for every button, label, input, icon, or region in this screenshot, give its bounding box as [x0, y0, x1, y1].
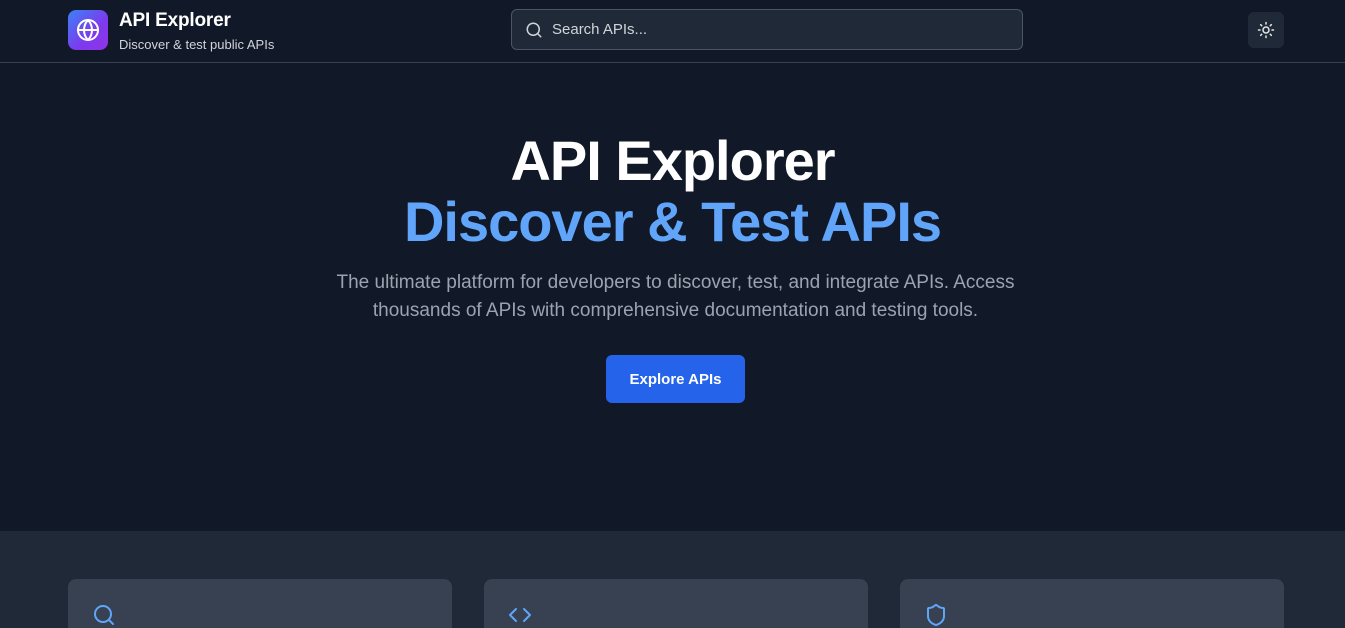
- top-header: API Explorer Discover & test public APIs: [0, 0, 1345, 63]
- sun-icon: [1257, 21, 1275, 39]
- hero-description: The ultimate platform for developers to …: [336, 272, 1015, 321]
- search-input[interactable]: [552, 10, 1012, 49]
- search-icon: [526, 22, 542, 38]
- logo[interactable]: [68, 10, 108, 50]
- hero-section: API Explorer Discover & Test APIs The ul…: [0, 64, 1345, 531]
- code-icon: [509, 608, 531, 622]
- brand-subtitle: Discover & test public APIs: [119, 37, 275, 52]
- globe-icon: [77, 19, 99, 41]
- shield-icon: [927, 604, 945, 627]
- explore-apis-button[interactable]: Explore APIs: [606, 355, 745, 403]
- theme-toggle-button[interactable]: [1248, 12, 1284, 48]
- feature-card-search: [68, 579, 452, 628]
- feature-card-code: [484, 579, 868, 628]
- hero-subtitle: Discover & Test APIs: [403, 190, 942, 253]
- brand-title[interactable]: API Explorer: [119, 10, 231, 32]
- search-box[interactable]: [511, 9, 1023, 50]
- feature-card-security: [900, 579, 1284, 628]
- hero-title: API Explorer: [510, 129, 835, 192]
- features-section: [0, 531, 1345, 628]
- search-icon: [94, 605, 114, 625]
